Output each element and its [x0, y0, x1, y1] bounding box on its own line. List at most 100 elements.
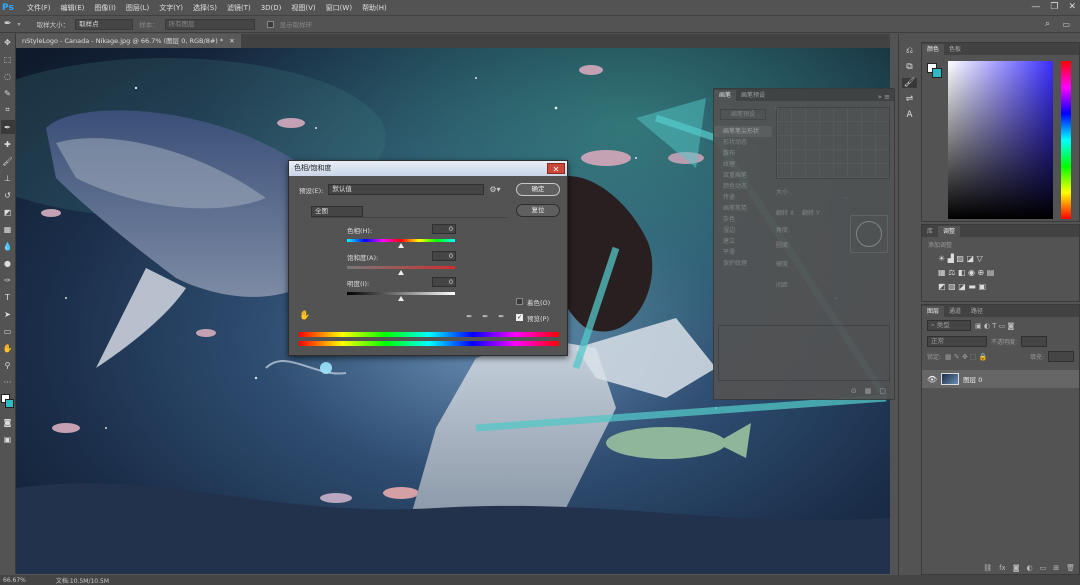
pen-tool-icon[interactable]: ✑: [1, 273, 15, 287]
sample-select[interactable]: 所有图层: [164, 18, 255, 30]
brush-option[interactable]: 杂色: [714, 214, 772, 225]
menu-help[interactable]: 帮助(H): [357, 3, 392, 13]
new-layer-icon[interactable]: ⊞: [1053, 564, 1059, 572]
history-panel-icon[interactable]: ⎌: [906, 46, 913, 56]
brush-option[interactable]: 传递: [714, 192, 772, 203]
flip-x-label[interactable]: 翻转 X: [776, 208, 794, 217]
blend-mode-select[interactable]: 正常: [927, 336, 987, 347]
history-brush-icon[interactable]: ↺: [1, 188, 15, 202]
move-tool-icon[interactable]: ✥: [1, 35, 15, 49]
reset-button[interactable]: 复位: [516, 204, 560, 217]
levels-adjust-icon[interactable]: ▟: [948, 254, 954, 263]
dodge-tool-icon[interactable]: ●: [1, 256, 15, 270]
saturation-slider-thumb[interactable]: [398, 270, 404, 275]
lightness-slider-thumb[interactable]: [398, 296, 404, 301]
background-color-chip[interactable]: [932, 68, 942, 78]
menu-file[interactable]: 文件(F): [22, 3, 56, 13]
channel-mixer-icon[interactable]: ⊕: [977, 268, 984, 277]
dialog-title-bar[interactable]: 色相/饱和度 ✕: [289, 161, 567, 176]
tab-brush-presets[interactable]: 画笔预设: [736, 90, 770, 101]
menu-edit[interactable]: 编辑(E): [56, 3, 90, 13]
blur-tool-icon[interactable]: 💧: [1, 239, 15, 253]
hand-tool-icon[interactable]: ✋: [1, 341, 15, 355]
zoom-level[interactable]: 66.67%: [3, 577, 26, 584]
tab-brush[interactable]: 画笔: [714, 90, 737, 101]
show-ring-checkbox[interactable]: [266, 20, 274, 28]
preset-options-gear-icon[interactable]: ⚙▾: [489, 185, 500, 194]
hue-input[interactable]: 0: [432, 224, 456, 234]
delete-layer-icon[interactable]: 🗑: [1066, 564, 1075, 572]
invert-adjust-icon[interactable]: ◩: [938, 282, 946, 291]
layer-kind-filter[interactable]: ⌕ 类型: [927, 320, 971, 331]
brush-option[interactable]: 画笔笔势: [714, 203, 772, 214]
channel-range-select[interactable]: 全图: [311, 206, 363, 217]
new-group-icon[interactable]: ▭: [1040, 564, 1047, 572]
brush-tool-icon[interactable]: 🖌: [1, 154, 15, 168]
type-tool-icon[interactable]: T: [1, 290, 15, 304]
tab-paths[interactable]: 路径: [966, 306, 988, 317]
brush-option[interactable]: 形状动态: [714, 137, 772, 148]
brush-presets-button[interactable]: 画笔预设: [720, 109, 766, 120]
brush-option[interactable]: 颜色动态: [714, 181, 772, 192]
eyedropper-icon[interactable]: ✒: [466, 312, 473, 321]
shape-tool-icon[interactable]: ▭: [1, 324, 15, 338]
color-lookup-icon[interactable]: ▤: [987, 268, 995, 277]
lock-icons[interactable]: ▦ ✎ ✥ ⬚ 🔒: [945, 353, 988, 361]
eyedropper-tool-icon[interactable]: ✒: [4, 19, 12, 29]
saturation-input[interactable]: 0: [432, 251, 456, 261]
menu-select[interactable]: 选择(S): [188, 3, 222, 13]
menu-3d[interactable]: 3D(D): [256, 4, 287, 12]
brush-option[interactable]: 湿边: [714, 225, 772, 236]
layer-name[interactable]: 图层 0: [963, 374, 982, 384]
curves-adjust-icon[interactable]: ▨: [956, 254, 964, 263]
preview-checkbox[interactable]: ✓: [516, 314, 523, 321]
targeted-adjust-hand-icon[interactable]: ✋: [299, 311, 310, 321]
minimize-button[interactable]: —: [1031, 0, 1040, 15]
selective-color-icon[interactable]: ▣: [978, 282, 986, 291]
link-layers-icon[interactable]: ⛓: [983, 564, 992, 572]
more-tools-icon[interactable]: ···: [1, 375, 15, 389]
eyedropper-minus-icon[interactable]: ✒: [498, 312, 505, 321]
ok-button[interactable]: 确定: [516, 183, 560, 196]
bw-adjust-icon[interactable]: ◧: [958, 268, 966, 277]
sample-size-select[interactable]: 取样点: [75, 18, 134, 30]
brush-tip-grid[interactable]: [776, 107, 890, 179]
adjust-panel-icon[interactable]: ⇌: [906, 94, 914, 104]
brush-option[interactable]: 建立: [714, 236, 772, 247]
menu-type[interactable]: 文字(Y): [154, 3, 188, 13]
healing-brush-icon[interactable]: ✚: [1, 137, 15, 151]
hue-slider-thumb[interactable]: [398, 243, 404, 248]
brush-option[interactable]: 平滑: [714, 247, 772, 258]
brush-option[interactable]: 保护纹理: [714, 258, 772, 269]
hue-slider[interactable]: [1061, 61, 1071, 219]
close-window-button[interactable]: ✕: [1068, 0, 1076, 15]
color-field[interactable]: [948, 61, 1053, 219]
gradient-tool-icon[interactable]: ▦: [1, 222, 15, 236]
lightness-slider-track[interactable]: [347, 292, 455, 295]
marquee-tool-icon[interactable]: ⬚: [1, 52, 15, 66]
threshold-adjust-icon[interactable]: ◪: [958, 282, 966, 291]
colorize-checkbox[interactable]: [516, 298, 523, 305]
flip-y-label[interactable]: 翻转 Y: [802, 208, 820, 217]
tab-libraries[interactable]: 库: [922, 226, 938, 237]
eraser-tool-icon[interactable]: ◩: [1, 205, 15, 219]
brush-angle-widget[interactable]: [850, 215, 888, 253]
photo-filter-icon[interactable]: ◉: [968, 268, 975, 277]
quick-mask-icon[interactable]: ◙: [1, 415, 15, 429]
stamp-tool-icon[interactable]: ⊥: [1, 171, 15, 185]
menu-layer[interactable]: 图层(L): [121, 3, 154, 13]
menu-window[interactable]: 窗口(W): [321, 3, 357, 13]
dialog-close-button[interactable]: ✕: [547, 163, 565, 174]
toggle-hardness-icon[interactable]: ⊙: [851, 387, 857, 395]
new-adjustment-layer-icon[interactable]: ◐: [1027, 564, 1033, 572]
visibility-eye-icon[interactable]: 👁: [927, 375, 937, 384]
menu-filter[interactable]: 滤镜(T): [222, 3, 256, 13]
color-swatches[interactable]: [0, 392, 16, 414]
hue-slider-track[interactable]: [347, 239, 455, 242]
menu-view[interactable]: 视图(V): [286, 3, 320, 13]
layer-style-icon[interactable]: fx: [999, 564, 1006, 572]
tool-preset-chevron-icon[interactable]: ▾: [18, 21, 21, 28]
tab-channels[interactable]: 通道: [944, 306, 966, 317]
eyedropper-tool-icon[interactable]: ✒: [0, 120, 15, 134]
opacity-input[interactable]: [1021, 336, 1048, 347]
